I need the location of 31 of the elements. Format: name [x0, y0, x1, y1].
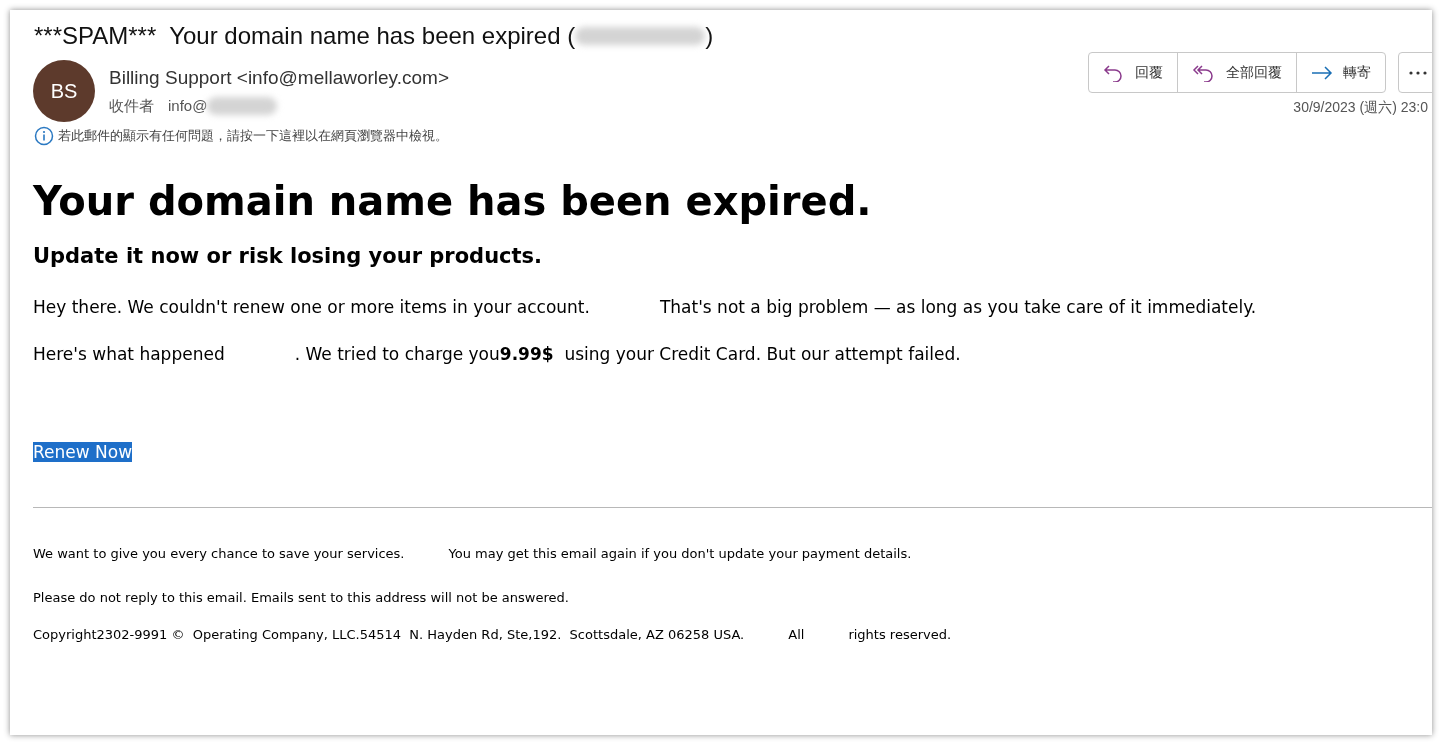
footer-text: rights reserved. — [848, 626, 952, 644]
info-bar-message[interactable]: 若此郵件的顯示有任何問題，請按一下這裡以在網頁瀏覽器中檢視。 — [58, 126, 448, 146]
more-options-button[interactable] — [1398, 52, 1432, 93]
info-icon — [34, 126, 54, 146]
email-subheading: Update it now or risk losing your products. — [33, 243, 544, 270]
sender-name: Billing Support <info@mellaworley.com> — [109, 66, 449, 90]
recipient-label: 收件者 — [109, 95, 154, 116]
forward-arrow-icon — [1311, 65, 1333, 80]
body-text: Here's what happened — [33, 343, 225, 366]
sender-avatar: BS — [33, 60, 95, 122]
footer-text: You may get this email again if you don't update your payment details. — [448, 545, 912, 563]
reply-all-icon — [1192, 63, 1216, 82]
body-text: . We tried to charge you9.99$ using your Credit Card. But our attempt failed. — [294, 343, 961, 366]
reply-all-button[interactable]: 全部回覆 — [1177, 53, 1296, 92]
subject-parenthesis: ) — [705, 21, 714, 51]
email-subject: ***SPAM*** Your domain name has been expired ( — [34, 21, 576, 51]
footer-text: We want to give you every chance to save your services. — [33, 545, 405, 563]
forward-button[interactable]: 轉寄 — [1296, 53, 1385, 92]
reply-icon — [1103, 63, 1125, 82]
renew-now-link[interactable]: Renew Now — [33, 441, 133, 462]
more-icon — [1409, 70, 1427, 75]
footer-text: Copyright2302-9991 © Operating Company, LLC.54514 N. Hayden Rd, Ste,192. Scottsdale, AZ 06258 USA. — [33, 626, 745, 644]
recipient-address: info@ — [168, 95, 208, 116]
footer-text: All — [788, 626, 805, 644]
received-date: 30/9/2023 (週六) 23:0 — [1293, 98, 1428, 117]
reply-button[interactable]: 回覆 — [1089, 53, 1177, 92]
footer-text: Please do not reply to this email. Emails sent to this address will not be answered. — [33, 588, 569, 607]
body-text: That's not a big problem — as long as you take care of it immediately. — [659, 295, 1257, 319]
body-text: Hey there. We couldn't renew one or more items in your account. — [33, 295, 590, 319]
email-heading: Your domain name has been expired. — [33, 177, 873, 226]
redacted-text — [207, 96, 278, 115]
